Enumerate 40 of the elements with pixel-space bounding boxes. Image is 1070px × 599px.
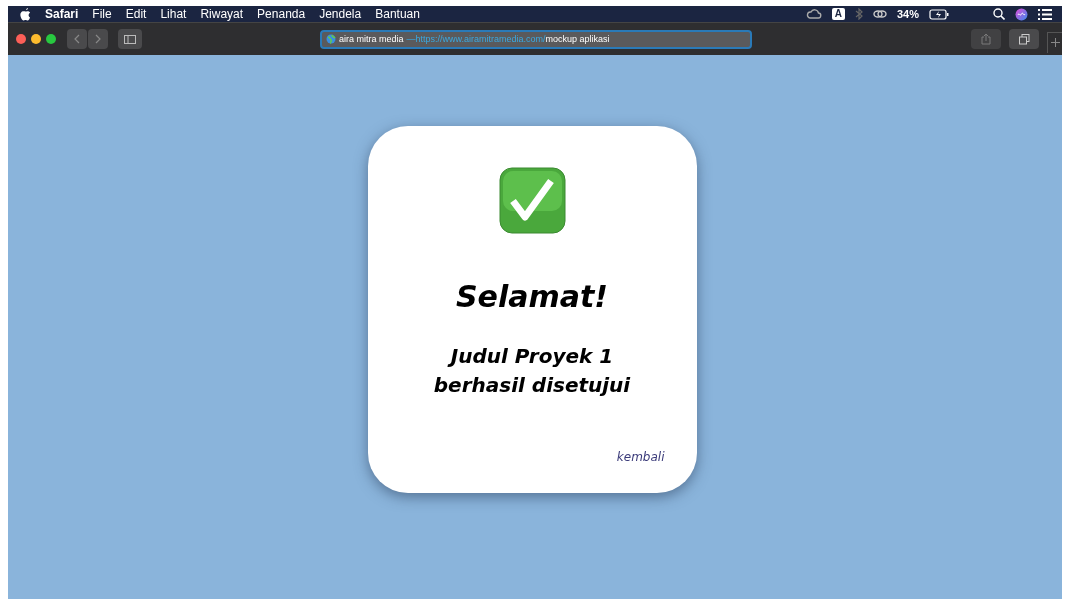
menu-item[interactable]: File — [92, 7, 112, 21]
bluetooth-icon[interactable] — [854, 8, 863, 20]
link-icon[interactable] — [872, 8, 887, 20]
card-message: Judul Proyek 1 berhasil disetujui — [432, 343, 632, 399]
address-field[interactable]: aira mitra media —https://www.airamitramedia.com/mockup aplikasi — [320, 29, 752, 49]
zoom-button[interactable] — [46, 34, 56, 44]
chevron-right-icon — [95, 34, 101, 44]
page-title: mockup aplikasi — [545, 34, 610, 44]
menu-item[interactable]: Jendela — [319, 7, 362, 21]
close-button[interactable] — [16, 34, 26, 44]
new-tab-button[interactable] — [1047, 31, 1062, 53]
apple-logo-icon[interactable] — [20, 7, 31, 21]
globe-icon — [326, 34, 336, 44]
check-mark-icon — [498, 167, 566, 234]
share-icon — [981, 33, 991, 45]
battery-icon[interactable] — [929, 8, 949, 20]
plus-icon — [1050, 38, 1060, 47]
back-link[interactable]: kembali — [616, 450, 665, 464]
input-source-icon[interactable]: A — [831, 8, 845, 20]
sidebar-icon — [124, 34, 136, 44]
cloud-icon[interactable] — [805, 8, 822, 20]
menu-item[interactable]: Penanda — [257, 7, 306, 21]
menu-item[interactable]: Riwayat — [200, 7, 244, 21]
site-title: aira mitra media — [339, 34, 404, 44]
menu-item[interactable]: Safari — [45, 7, 79, 21]
menu-icon[interactable] — [1038, 8, 1052, 20]
tabs-icon — [1018, 33, 1030, 45]
siri-icon[interactable] — [1015, 7, 1028, 21]
battery-percentage: 34% — [896, 8, 919, 20]
menu-item[interactable]: Lihat — [160, 7, 187, 21]
card-title: Selamat! — [456, 279, 608, 314]
tabs-button[interactable] — [1009, 29, 1039, 49]
sidebar-button[interactable] — [118, 29, 142, 49]
search-icon[interactable] — [993, 8, 1005, 20]
menu-item[interactable]: Edit — [125, 7, 147, 21]
minimize-button[interactable] — [31, 34, 41, 44]
separator: — — [406, 34, 416, 44]
menu-item[interactable]: Bantuan — [375, 7, 420, 21]
chevron-left-icon — [74, 34, 80, 44]
url-text: https://www.airamitramedia.com/ — [415, 34, 546, 44]
